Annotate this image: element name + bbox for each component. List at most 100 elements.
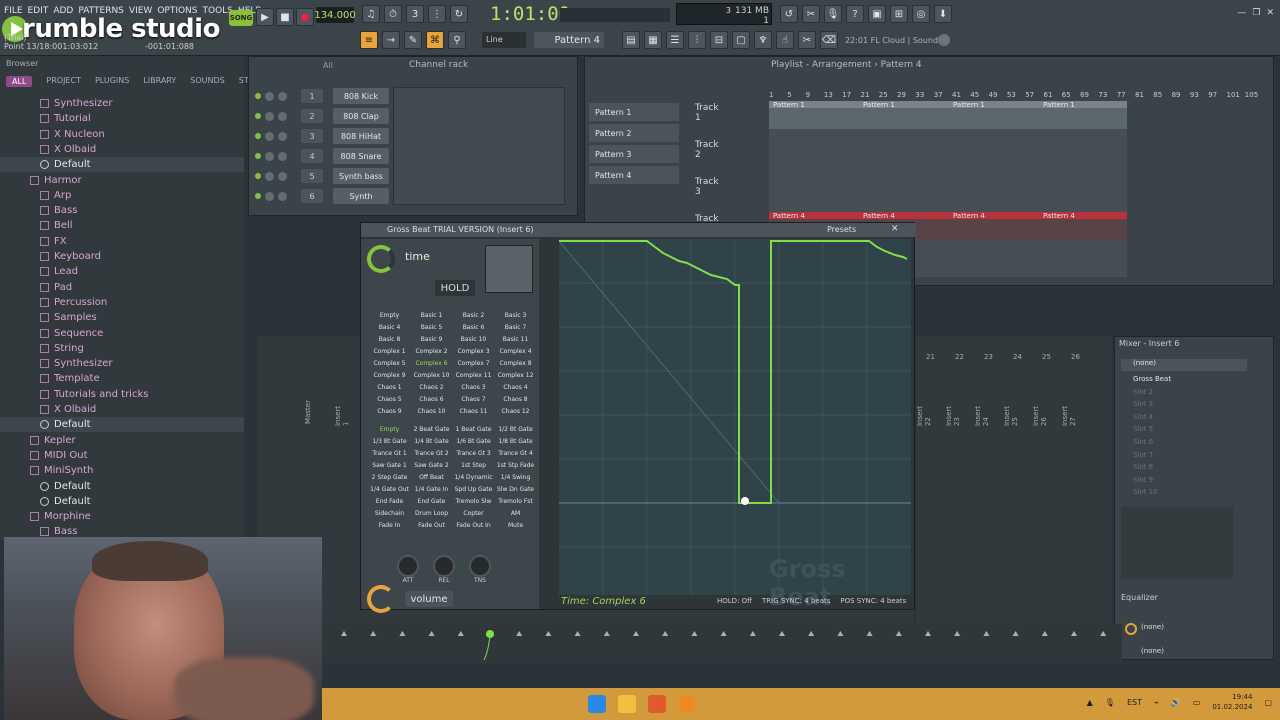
brave-browser-icon[interactable] (648, 695, 666, 713)
knob-icon[interactable] (397, 555, 419, 577)
channel-pan-knob[interactable] (265, 191, 274, 201)
preset-volume_presets[interactable]: 1/4 Bt Gate (411, 435, 452, 447)
master-pitch-slider[interactable] (560, 8, 670, 22)
channel-mute-led[interactable] (255, 113, 261, 119)
preset-volume_presets[interactable]: 1st Stp Fade (495, 459, 536, 471)
channel-volume-knob[interactable] (278, 131, 287, 141)
fx-slot[interactable]: Slot 10 (1121, 488, 1267, 500)
windows-start-icon[interactable] (588, 695, 606, 713)
fl-studio-icon[interactable] (678, 695, 696, 713)
preset-time_presets[interactable]: Basic 9 (411, 333, 452, 345)
track-label[interactable]: Track 2 (695, 140, 719, 160)
preset-time_presets[interactable]: Complex 4 (495, 345, 536, 357)
mixer-strip-label[interactable]: Insert 22 (916, 406, 932, 426)
song-mode-button[interactable]: SONG (229, 10, 253, 26)
mixer-strip-label[interactable]: Insert 24 (974, 406, 990, 426)
preset-time_presets[interactable]: Complex 8 (495, 357, 536, 369)
channel-number[interactable]: 3 (301, 129, 323, 143)
preset-volume_presets[interactable]: Mute (495, 519, 536, 531)
tree-item[interactable]: Tutorials and tricks (0, 387, 244, 402)
pattern-clip[interactable]: Pattern 1 (859, 101, 949, 129)
channel-number[interactable]: 2 (301, 109, 323, 123)
preset-time_presets[interactable]: Complex 2 (411, 345, 452, 357)
notification-icon[interactable]: ▢ (1264, 698, 1272, 707)
pattern-clip[interactable]: Pattern 1 (949, 101, 1039, 129)
tree-item[interactable]: Arp (0, 188, 244, 203)
eq-display[interactable] (1121, 507, 1233, 579)
preset-volume_presets[interactable]: Saw Gate 2 (411, 459, 452, 471)
preset-volume_presets[interactable]: 1st Step (453, 459, 494, 471)
metronome-icon[interactable]: ♫ (362, 5, 380, 23)
preset-volume_presets[interactable]: End Fade (369, 495, 410, 507)
preset-time_presets[interactable]: Complex 5 (369, 357, 410, 369)
channel-pan-knob[interactable] (265, 111, 274, 121)
channel-name-button[interactable]: Synth (333, 188, 389, 204)
timeline-ruler[interactable]: 1 5 9 13 17 21 25 29 33 37 41 45 49 53 57 61 65 69 73 77 81 8… (769, 91, 1263, 101)
record-button[interactable]: ● (296, 8, 314, 26)
channel-volume-knob[interactable] (278, 111, 287, 121)
channel-volume-knob[interactable] (278, 191, 287, 201)
pattern-item[interactable]: Pattern 2 (589, 124, 679, 142)
mixer-strip-label[interactable]: Insert 27 (1061, 406, 1077, 426)
output-select-2[interactable]: (none) (1121, 647, 1164, 655)
clock[interactable]: 19:44 01.02.2024 (1212, 692, 1252, 712)
pattern-item[interactable]: Pattern 3 (589, 145, 679, 163)
preset-volume_presets[interactable]: 1/4 Dynamic (453, 471, 494, 483)
channel-mute-led[interactable] (255, 173, 261, 179)
preset-time_presets[interactable]: Chaos 9 (369, 405, 410, 417)
language-indicator[interactable]: EST (1127, 698, 1142, 707)
preset-volume_presets[interactable]: Fade In (369, 519, 410, 531)
countdown-icon[interactable]: 3 (406, 5, 424, 23)
preset-volume_presets[interactable]: Trance Gt 4 (495, 447, 536, 459)
snap-select[interactable]: Line (482, 32, 526, 48)
tree-item[interactable]: Keyboard (0, 249, 244, 264)
tree-item[interactable]: X Olbaid (0, 142, 244, 157)
preset-time_presets[interactable]: Complex 11 (453, 369, 494, 381)
preset-volume_presets[interactable]: 2 Step Gate (369, 471, 410, 483)
channel-row[interactable]: 2 808 Clap (255, 107, 389, 125)
tree-item[interactable]: Bell (0, 218, 244, 233)
pattern-item[interactable]: Pattern 1 (589, 103, 679, 121)
fx-slot[interactable]: Slot 8 (1121, 463, 1267, 475)
channel-number[interactable]: 1 (301, 89, 323, 103)
channel-name-button[interactable]: 808 Clap (333, 108, 389, 124)
close-icon[interactable]: ✕ (1266, 8, 1274, 18)
preset-time_presets[interactable]: Basic 5 (411, 321, 452, 333)
preset-volume_presets[interactable]: Trance Gt 3 (453, 447, 494, 459)
channel-number[interactable]: 5 (301, 169, 323, 183)
channel-pan-knob[interactable] (265, 171, 274, 181)
channel-volume-knob[interactable] (278, 91, 287, 101)
channel-mute-led[interactable] (255, 153, 261, 159)
preset-time_presets[interactable]: Empty (369, 309, 410, 321)
tree-item[interactable]: Kepler (0, 433, 244, 448)
envelope-knob-att[interactable]: ATT (397, 555, 419, 584)
stamp-icon[interactable]: ⚲ (448, 31, 466, 49)
preset-time_presets[interactable]: Complex 12 (495, 369, 536, 381)
channel-mute-led[interactable] (255, 133, 261, 139)
tree-item[interactable]: Samples (0, 310, 244, 325)
chat-icon[interactable]: ◎ (912, 5, 930, 23)
fx-slot[interactable]: Gross Beat (1121, 375, 1267, 387)
tree-item[interactable]: Synthesizer (0, 356, 244, 371)
tree-item[interactable]: Default (0, 417, 244, 433)
mic-icon[interactable]: 🎙 (824, 5, 842, 23)
mixer-strip-label[interactable]: Insert 26 (1032, 406, 1048, 426)
hold-button[interactable]: HOLD (435, 280, 475, 296)
preset-time_presets[interactable]: Chaos 2 (411, 381, 452, 393)
help-icon[interactable]: ? (846, 5, 864, 23)
preset-volume_presets[interactable]: Fade Out (411, 519, 452, 531)
preset-volume_presets[interactable]: 1/4 Gate Out (369, 483, 410, 495)
tree-item[interactable]: X Nucleon (0, 127, 244, 142)
channel-pan-knob[interactable] (265, 131, 274, 141)
minimize-icon[interactable]: — (1237, 8, 1246, 18)
channel-volume-knob[interactable] (278, 171, 287, 181)
preset-time_presets[interactable]: Chaos 10 (411, 405, 452, 417)
loop-record-icon[interactable]: ↻ (450, 5, 468, 23)
track-label[interactable]: Track 3 (695, 177, 719, 197)
project-icon[interactable]: ▢ (732, 31, 750, 49)
cut-icon[interactable]: ✂ (802, 5, 820, 23)
chevron-up-icon[interactable]: ▲ (1087, 698, 1093, 707)
channel-name-button[interactable]: 808 Kick (333, 88, 389, 104)
mixer-strip-label[interactable]: Insert 25 (1003, 406, 1019, 426)
output-select[interactable]: (none) (1121, 623, 1164, 631)
